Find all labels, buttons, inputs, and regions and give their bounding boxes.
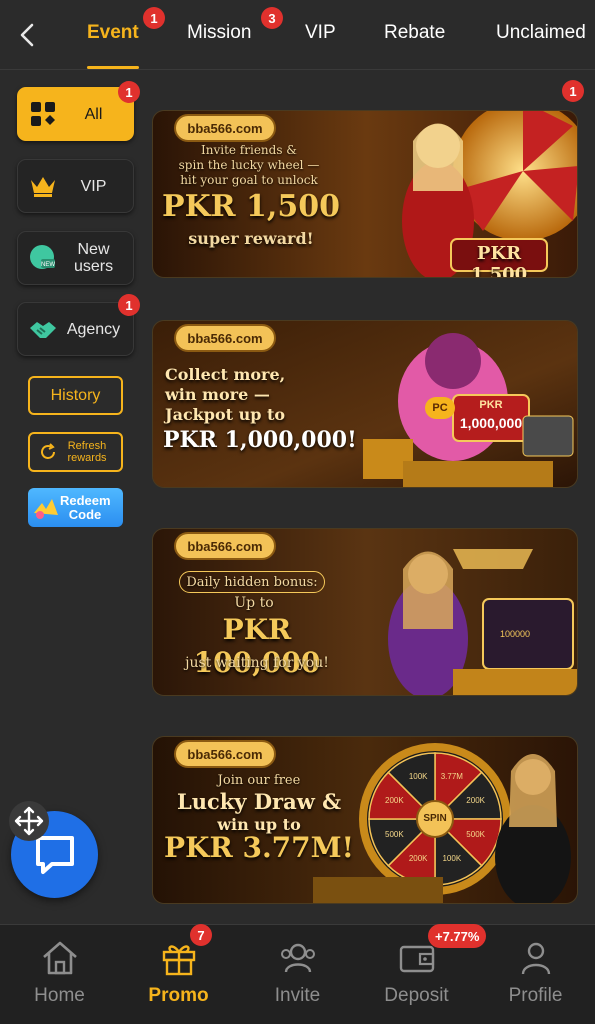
wheel-center-label: SPIN <box>423 813 447 824</box>
wheel-slice-label: 200K <box>385 796 404 806</box>
refresh-rewards-label: Refresh rewards <box>67 440 107 464</box>
profile-icon <box>516 938 556 978</box>
banner-line: Up to <box>234 595 274 611</box>
gift-icon <box>159 938 199 978</box>
tab-event-badge: 1 <box>143 7 165 29</box>
banner-line: Invite friends & <box>200 143 297 157</box>
banner-amount: PKR 1,000,000! <box>163 427 357 453</box>
banner-line: hit your goal to unlock <box>180 173 318 187</box>
banner-amount: PKR 3.77M! <box>164 831 354 864</box>
banner-line: win more — <box>165 385 270 404</box>
wheel-slice-label: 100K <box>408 772 428 782</box>
tab-vip[interactable]: VIP <box>305 22 336 44</box>
sidebar-item-label: All <box>84 105 103 123</box>
logo-text: bba566.com <box>187 121 263 136</box>
sidebar-item-label: New users <box>73 241 114 275</box>
sidebar-item-vip[interactable]: VIP <box>17 159 134 213</box>
wheel-slice-label: 100K <box>442 853 462 863</box>
banner-line: Jackpot up to <box>165 405 286 424</box>
logo-text: bba566.com <box>187 747 263 762</box>
promo-banner-jackpot[interactable]: bba566.com Collect more, win more — Jack… <box>152 320 578 488</box>
banner-line: Daily hidden bonus: <box>186 574 318 590</box>
brand-logo: bba566.com <box>173 321 277 353</box>
sidebar-item-label: VIP <box>80 177 107 195</box>
back-button[interactable] <box>14 20 40 50</box>
nav-label: Home <box>34 985 85 1006</box>
banner-tag-top: PKR <box>479 399 503 411</box>
handshake-icon <box>26 312 60 346</box>
grid-icon <box>26 97 60 131</box>
banner-line: Collect more, <box>165 365 286 384</box>
wheel-slice-label: 200K <box>408 853 428 863</box>
wheel-slice-label: 500K <box>385 829 404 839</box>
brand-logo: bba566.com <box>173 111 277 143</box>
promo-banner-lucky-draw[interactable]: bba566.com Join our free Lucky Draw & wi… <box>152 736 578 904</box>
tab-rebate[interactable]: Rebate <box>384 22 445 44</box>
brand-logo: bba566.com <box>173 737 277 769</box>
wheel-slice-label: 500K <box>466 829 485 839</box>
redeem-code-button[interactable]: Redeem Code <box>28 488 123 527</box>
sidebar-agency-badge: 1 <box>118 294 140 316</box>
new-user-icon: NEW <box>26 241 60 275</box>
top-tab-bar: Event 1 Mission 3 VIP Rebate Unclaimed <box>0 0 595 70</box>
refresh-icon <box>41 443 55 459</box>
invite-icon <box>278 938 318 978</box>
banner-subtitle: super reward! <box>188 229 314 248</box>
nav-invite[interactable]: Invite <box>238 925 357 1024</box>
tab-mission-badge: 3 <box>261 7 283 29</box>
sidebar-item-all[interactable]: All <box>17 87 134 141</box>
banner-amount: PKR 1,500 <box>162 189 340 224</box>
banner-subtitle: just waiting for you! <box>185 655 329 671</box>
wheel-slice-label: 200K <box>466 796 485 806</box>
svg-text:NEW: NEW <box>41 262 55 268</box>
banner-line: Join our free <box>217 773 301 788</box>
promo-page: Event 1 Mission 3 VIP Rebate Unclaimed A… <box>0 0 595 1024</box>
sidebar-item-agency[interactable]: Agency <box>17 302 134 356</box>
move-arrows-icon <box>14 806 44 836</box>
home-icon <box>40 938 80 978</box>
nav-label: Promo <box>148 985 209 1006</box>
promo-banner-invite[interactable]: bba566.com Invite friends & spin the luc… <box>152 110 578 278</box>
nav-label: Invite <box>274 985 321 1006</box>
redeem-code-label: Redeem Code <box>60 492 111 522</box>
nav-label: Profile <box>508 985 563 1006</box>
nav-promo[interactable]: Promo <box>119 925 238 1024</box>
wheel-slice-label: 3.77M <box>440 772 463 782</box>
active-tab-indicator <box>87 66 139 69</box>
deposit-bonus-badge: +7.77% <box>428 924 487 948</box>
banner-tag: 100000 <box>499 629 531 639</box>
history-button[interactable]: History <box>28 376 123 415</box>
brand-logo: bba566.com <box>173 529 277 561</box>
promo-count-badge: 7 <box>190 924 212 946</box>
pc-badge: PC <box>425 397 455 419</box>
nav-profile[interactable]: Profile <box>476 925 595 1024</box>
tab-mission[interactable]: Mission <box>187 22 251 44</box>
banner-line: spin the lucky wheel — <box>178 158 320 172</box>
redeem-icon <box>34 498 58 519</box>
banner-line: Lucky Draw & <box>176 789 342 814</box>
nav-label: Deposit <box>384 985 449 1006</box>
sidebar-all-badge: 1 <box>118 81 140 103</box>
daily-label-pill: Daily hidden bonus: <box>179 571 325 593</box>
sidebar-item-label: Agency <box>66 320 121 338</box>
logo-text: bba566.com <box>187 331 263 346</box>
drag-handle[interactable] <box>9 801 49 841</box>
logo-text: bba566.com <box>187 539 263 554</box>
banner-tag: 1,000,000 <box>459 415 523 431</box>
chevron-left-icon <box>20 23 34 47</box>
banner-tag: PKR 1,500 <box>470 243 528 278</box>
bottom-navigation: Home Promo Invite Deposit Profile <box>0 924 595 1024</box>
sidebar-item-new-users[interactable]: NEW New users <box>17 231 134 285</box>
crown-icon <box>26 169 60 203</box>
banner-badge: 1 <box>562 80 584 102</box>
tab-event[interactable]: Event <box>87 22 139 44</box>
promo-banner-daily-bonus[interactable]: bba566.com Daily hidden bonus: Up to PKR… <box>152 528 578 696</box>
nav-home[interactable]: Home <box>0 925 119 1024</box>
tab-unclaimed[interactable]: Unclaimed <box>496 22 586 44</box>
refresh-rewards-button[interactable]: Refresh rewards <box>28 432 123 472</box>
